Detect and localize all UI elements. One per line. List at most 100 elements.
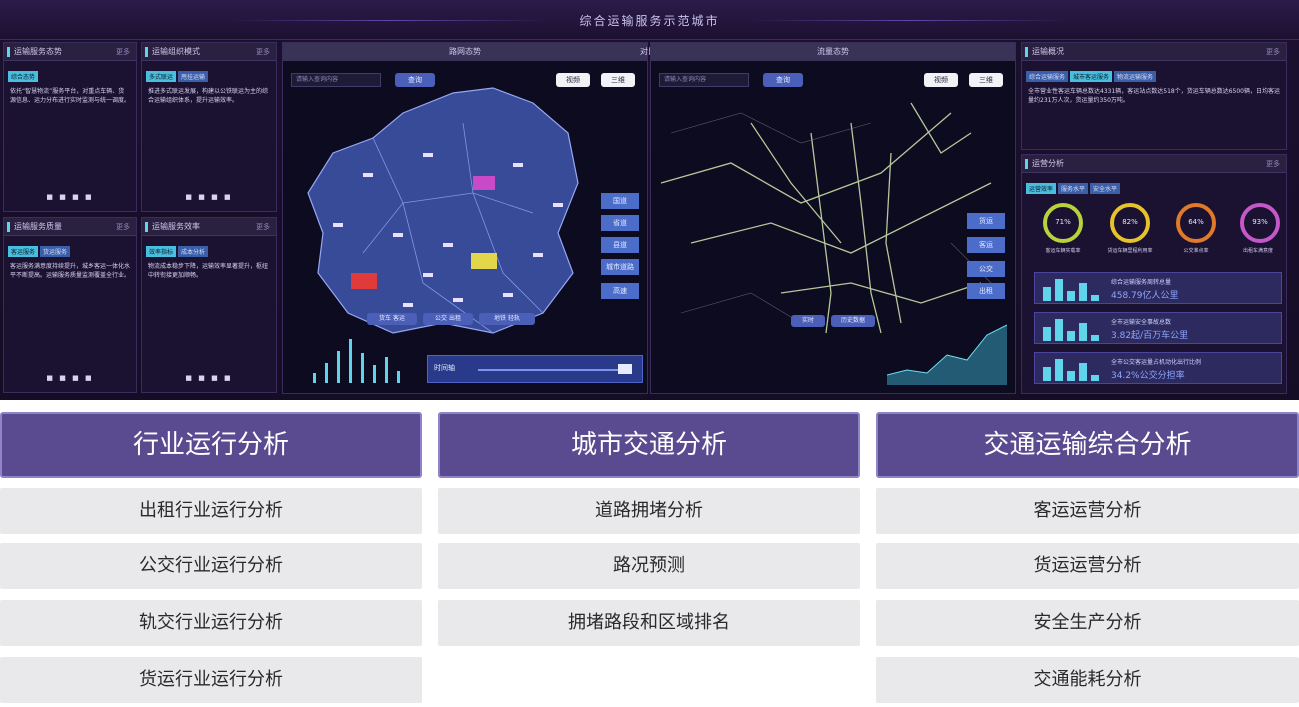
- panel-title: 运输组织模式 更多: [142, 43, 276, 61]
- traffic-flow-map[interactable]: 流量态势 请输入查询内容 查询 视频 三维 货运 客运 公交 出租 实时 历史数…: [650, 42, 1016, 394]
- gauge-label: 客运车辆实载率: [1045, 248, 1081, 254]
- tab-tag[interactable]: 安全水平: [1090, 183, 1121, 194]
- pager-dots[interactable]: ■ ■ ■ ■: [142, 193, 276, 201]
- tab-tag[interactable]: 多式联运: [146, 71, 177, 82]
- road-network-map[interactable]: 路网态势 请输入查询内容 查询 视频 三维 国道 省道 县道 城市道路 高速 货…: [282, 42, 648, 394]
- pager-dots[interactable]: ■ ■ ■ ■: [4, 193, 136, 201]
- gauge-freight-mileage: 82%: [1110, 203, 1150, 243]
- tab-tag[interactable]: 物流运输服务: [1114, 71, 1157, 82]
- 3d-toggle-button[interactable]: 三维: [969, 73, 1003, 87]
- layer-button-bus[interactable]: 公交: [967, 261, 1005, 277]
- map-search-button[interactable]: 查询: [763, 73, 803, 87]
- panel-transport-organization: 运输组织模式 更多 多式联运 甩挂运输 推进多式联运发展，构建以公铁联运为主的综合运…: [141, 42, 277, 212]
- timeline-handle[interactable]: [618, 364, 632, 374]
- layer-button-national-road[interactable]: 国道: [601, 193, 639, 209]
- panel-text: 客运服务满意度持续提升，城乡客运一体化水平不断提高。运输服务质量监测覆盖全行业。: [10, 263, 131, 279]
- tab-tag[interactable]: 综合态势: [8, 71, 39, 82]
- category-item[interactable]: 出租行业运行分析: [0, 488, 422, 534]
- kpi-value: 458.79亿人公里: [1111, 291, 1179, 301]
- category-item[interactable]: 交通能耗分析: [876, 657, 1299, 703]
- pager-dots[interactable]: ■ ■ ■ ■: [4, 374, 136, 382]
- panel-title: 运输服务态势 更多: [4, 43, 136, 61]
- panel-text: 全市营业性客运车辆总数达4331辆，客运站点数达518个，货运车辆总数达6500…: [1028, 88, 1280, 104]
- gauge-label: 公交准点率: [1183, 248, 1209, 254]
- gauge-taxi-satisfaction: 93%: [1240, 203, 1280, 243]
- dashboard-screenshot: 综合运输服务示范城市 运输服务态势 更多 综合态势 依托“智慧物流”服务平台，对重…: [0, 0, 1299, 400]
- kpi-bars-icon: [1043, 359, 1099, 381]
- video-toggle-button[interactable]: 视频: [924, 73, 958, 87]
- more-link[interactable]: 更多: [116, 43, 130, 61]
- kpi-label: 全市公交客运量占机动化出行比例: [1111, 359, 1202, 366]
- kpi-label: 综合运输服务周转总量: [1111, 279, 1172, 286]
- panel-title: 运输服务质量 更多: [4, 218, 136, 236]
- tab-tag[interactable]: 货运服务: [40, 246, 71, 257]
- layer-button-taxi[interactable]: 出租: [967, 283, 1005, 299]
- category-item[interactable]: 道路拥堵分析: [438, 488, 860, 534]
- tab-tag[interactable]: 运营效率: [1026, 183, 1057, 194]
- category-header-industry[interactable]: 行业运行分析: [0, 412, 422, 478]
- kpi-card: 全市公交客运量占机动化出行比例 34.2%公交分担率: [1034, 352, 1282, 384]
- 3d-toggle-button[interactable]: 三维: [601, 73, 635, 87]
- category-item[interactable]: 客运运营分析: [876, 488, 1299, 534]
- bar-sparkline: [313, 339, 400, 383]
- bottom-tab[interactable]: 货车 客运: [367, 313, 417, 325]
- category-item[interactable]: 路况预测: [438, 543, 860, 589]
- tab-tag[interactable]: 服务水平: [1058, 183, 1089, 194]
- category-header-urban-traffic[interactable]: 城市交通分析: [438, 412, 860, 478]
- map-title: 路网态势: [283, 43, 647, 61]
- tab-tag[interactable]: 客运服务: [8, 246, 39, 257]
- kpi-bars-icon: [1043, 279, 1099, 301]
- layer-button-provincial-road[interactable]: 省道: [601, 215, 639, 231]
- flow-lines-graphic: [660, 102, 1002, 334]
- category-item[interactable]: 公交行业运行分析: [0, 543, 422, 589]
- panel-service-efficiency: 运输服务效率 更多 效率指标 成本分析 物流成本稳步下降，运输效率显著提升，枢纽中转…: [141, 217, 277, 393]
- panel-service-quality: 运输服务质量 更多 客运服务 货运服务 客运服务满意度持续提升，城乡客运一体化水平不…: [3, 217, 137, 393]
- category-item[interactable]: 安全生产分析: [876, 600, 1299, 646]
- dashboard-title: 综合运输服务示范城市: [579, 14, 720, 28]
- gauge-bus-punctuality: 64%: [1176, 203, 1216, 243]
- layer-button-city-road[interactable]: 城市道路: [601, 259, 639, 275]
- map-title: 流量态势: [651, 43, 1015, 61]
- panel-title: 运输服务效率 更多: [142, 218, 276, 236]
- more-link[interactable]: 更多: [256, 43, 270, 61]
- panel-text: 物流成本稳步下降，运输效率显著提升，枢纽中转衔接更加顺畅。: [148, 263, 269, 279]
- area-sparkline: [887, 324, 1007, 385]
- bottom-tab[interactable]: 公交 出租: [423, 313, 473, 325]
- layer-button-passenger[interactable]: 客运: [967, 237, 1005, 253]
- category-item[interactable]: 轨交行业运行分析: [0, 600, 422, 646]
- category-item[interactable]: 货运运营分析: [876, 543, 1299, 589]
- layer-button-county-road[interactable]: 县道: [601, 237, 639, 253]
- gauge-passenger-load: 71%: [1043, 203, 1083, 243]
- gauge-label: 货运车辆里程利用率: [1107, 248, 1153, 254]
- category-item[interactable]: 货运行业运行分析: [0, 657, 422, 703]
- more-link[interactable]: 更多: [116, 218, 130, 236]
- more-link[interactable]: 更多: [1266, 43, 1280, 61]
- pager-dots[interactable]: ■ ■ ■ ■: [142, 374, 276, 382]
- timeline-label: 时间轴: [434, 364, 455, 372]
- panel-transport-overview: 运输概况 更多 综合运输服务 城市客运服务 物流运输服务 全市营业性客运车辆总数达43…: [1021, 42, 1287, 150]
- timeline-bar[interactable]: 时间轴: [427, 355, 643, 383]
- bottom-tab[interactable]: 实时: [791, 315, 825, 327]
- category-header-comprehensive[interactable]: 交通运输综合分析: [876, 412, 1299, 478]
- map-search-input[interactable]: 请输入查询内容: [659, 73, 749, 87]
- tab-tag[interactable]: 成本分析: [178, 246, 209, 257]
- page: 综合运输服务示范城市 运输服务态势 更多 综合态势 依托“智慧物流”服务平台，对重…: [0, 0, 1299, 707]
- more-link[interactable]: 更多: [256, 218, 270, 236]
- bottom-tab[interactable]: 地铁 轻轨: [479, 313, 535, 325]
- tab-tag[interactable]: 综合运输服务: [1026, 71, 1069, 82]
- panel-title: 运营分析 更多: [1022, 155, 1286, 173]
- category-item[interactable]: 拥堵路段和区域排名: [438, 600, 860, 646]
- dashboard-header: 综合运输服务示范城市: [0, 0, 1299, 40]
- tab-tag[interactable]: 城市客运服务: [1070, 71, 1113, 82]
- bottom-tab[interactable]: 历史数据: [831, 315, 875, 327]
- kpi-label: 全市运输安全事故总数: [1111, 319, 1172, 326]
- panel-transport-situation: 运输服务态势 更多 综合态势 依托“智慧物流”服务平台，对重点车辆、货源信息、运力…: [3, 42, 137, 212]
- layer-button-highway[interactable]: 高速: [601, 283, 639, 299]
- kpi-bars-icon: [1043, 319, 1099, 341]
- more-link[interactable]: 更多: [1266, 155, 1280, 173]
- kpi-card: 全市运输安全事故总数 3.82起/百万车公里: [1034, 312, 1282, 344]
- layer-button-freight[interactable]: 货运: [967, 213, 1005, 229]
- tab-tag[interactable]: 效率指标: [146, 246, 177, 257]
- province-map-graphic: [307, 87, 579, 334]
- tab-tag[interactable]: 甩挂运输: [178, 71, 209, 82]
